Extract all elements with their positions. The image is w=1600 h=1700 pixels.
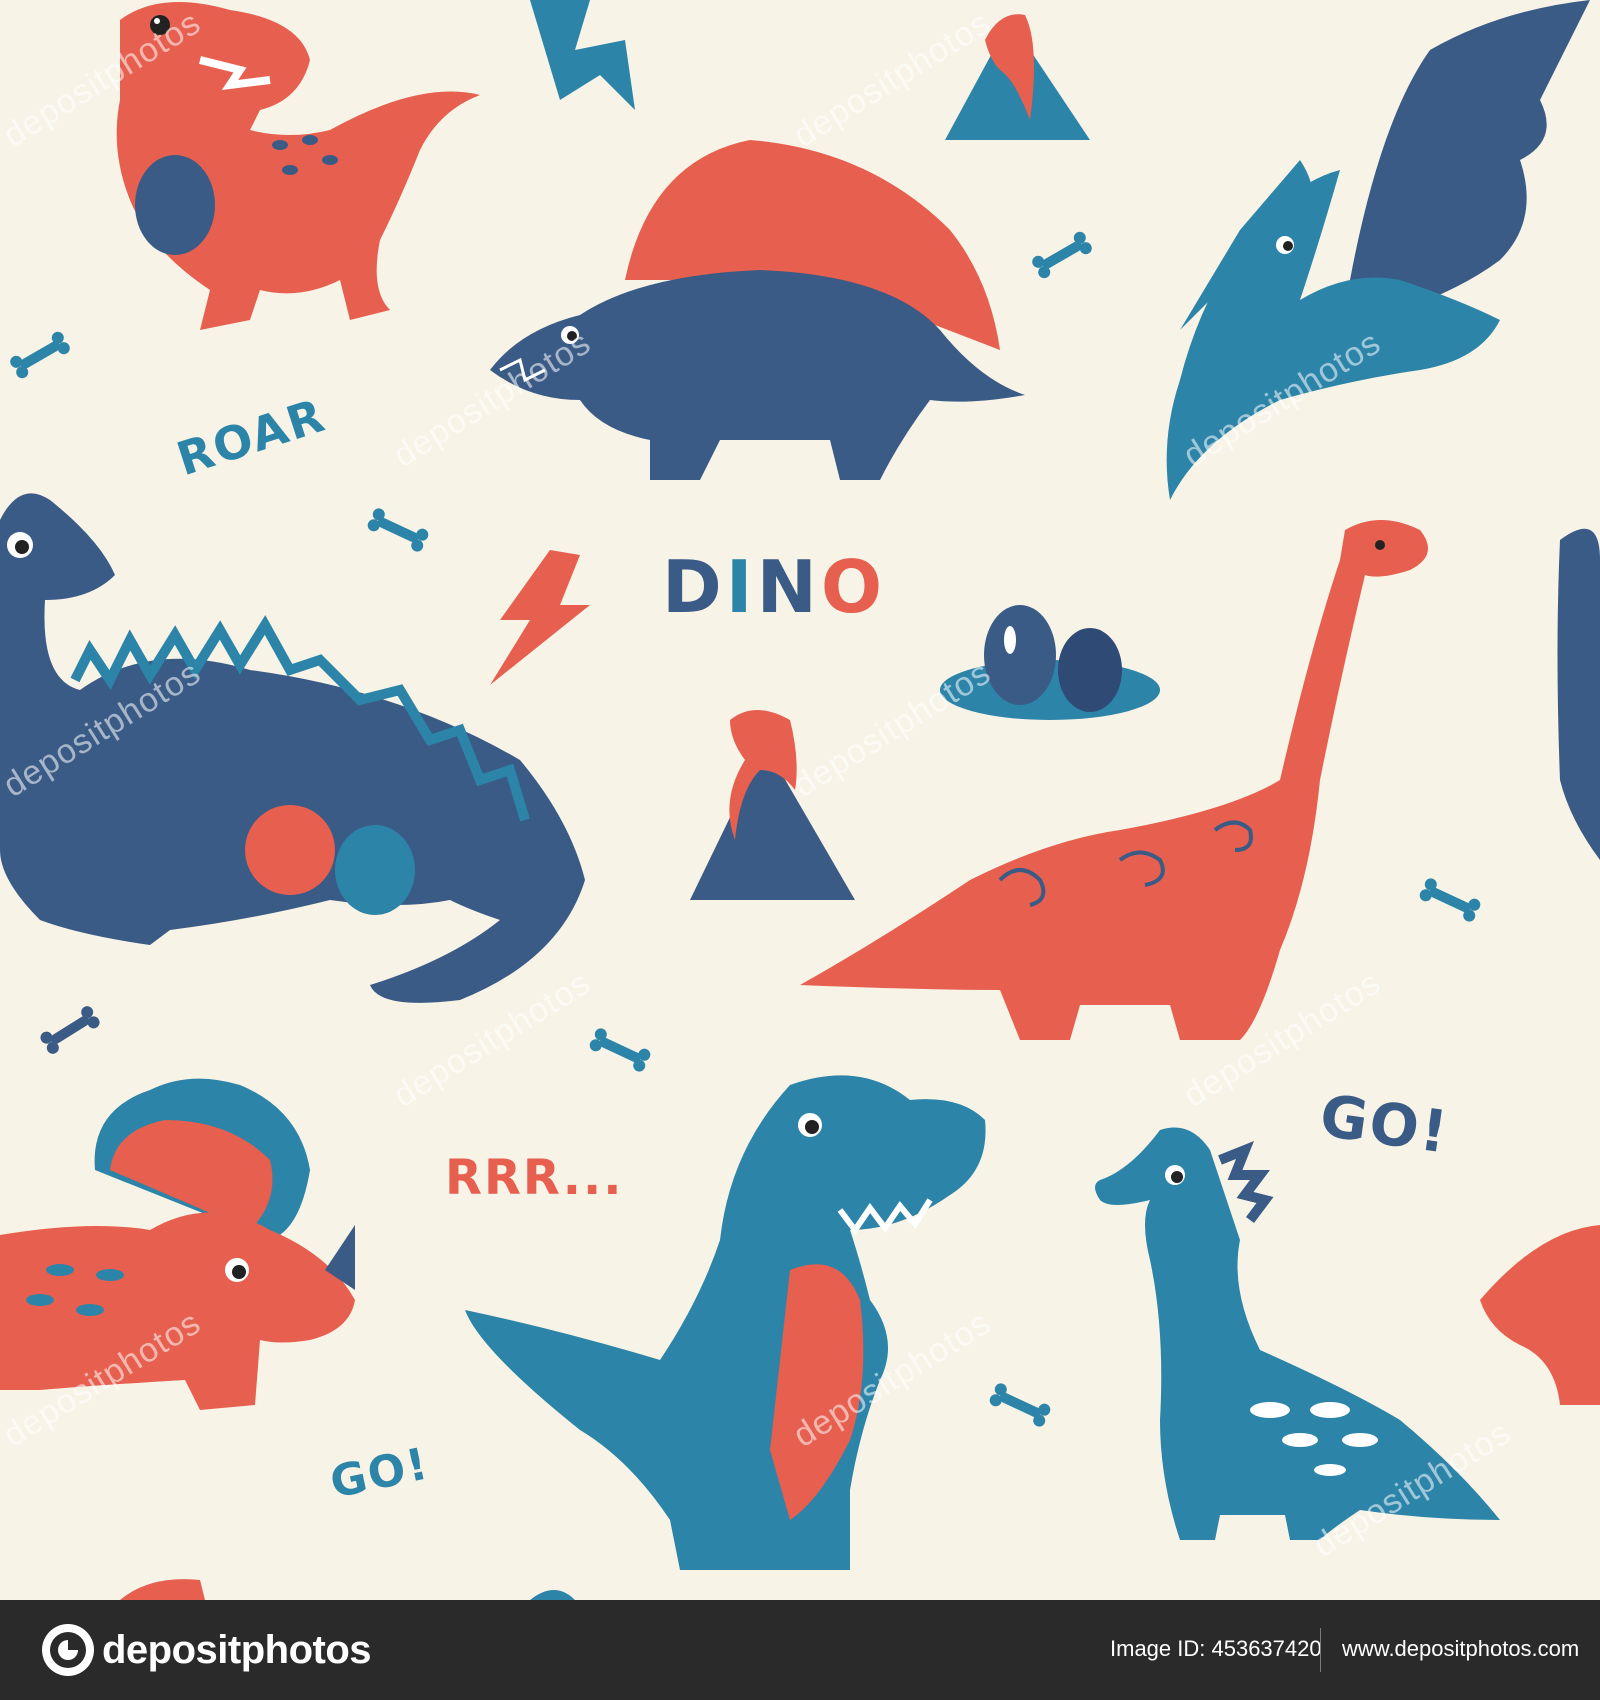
stock-image: ROAR DINO RRR... GO! GO! depositphotos d… <box>0 0 1600 1700</box>
bone-icon <box>989 1383 1051 1427</box>
brachiosaurus-figure <box>800 520 1428 1040</box>
partial-dino-figure <box>530 1590 575 1600</box>
footer-bar: depositphotos Image ID: 453637420 www.de… <box>0 1600 1600 1700</box>
bone-icon <box>40 1006 100 1054</box>
rrr-word: RRR... <box>445 1150 624 1206</box>
partial-dino-figure <box>1480 1225 1600 1405</box>
depositphotos-logo[interactable]: depositphotos <box>40 1622 372 1678</box>
site-url-link[interactable]: www.depositphotos.com <box>1342 1636 1579 1662</box>
dino-letter: O <box>820 545 887 629</box>
lightning-bolt-icon <box>490 550 590 685</box>
volcano-icon <box>690 710 855 900</box>
partial-dino-figure <box>1557 528 1600 860</box>
bone-icon <box>10 331 70 379</box>
dino-letter: I <box>725 545 757 629</box>
bone-icon <box>1419 878 1481 922</box>
dinosaur-pattern: ROAR DINO RRR... GO! GO! depositphotos d… <box>0 0 1600 1600</box>
bone-icon <box>1032 231 1092 279</box>
dino-letter: N <box>756 545 821 629</box>
stegosaurus-figure <box>490 140 1025 480</box>
bone-icon <box>367 508 429 552</box>
dino-word: DINO <box>662 545 886 629</box>
logo-icon <box>42 1622 96 1676</box>
triceratops-figure <box>0 1078 355 1410</box>
logo-text: depositphotos <box>102 1627 372 1672</box>
lightning-bolt-icon <box>530 0 635 110</box>
partial-dino-figure <box>120 1579 205 1600</box>
dino-letter: D <box>662 545 726 629</box>
image-id-text: Image ID: 453637420 <box>1110 1636 1322 1661</box>
footer-divider <box>1320 1628 1321 1672</box>
pattern-artwork <box>0 0 1600 1600</box>
bone-icon <box>589 1028 651 1072</box>
